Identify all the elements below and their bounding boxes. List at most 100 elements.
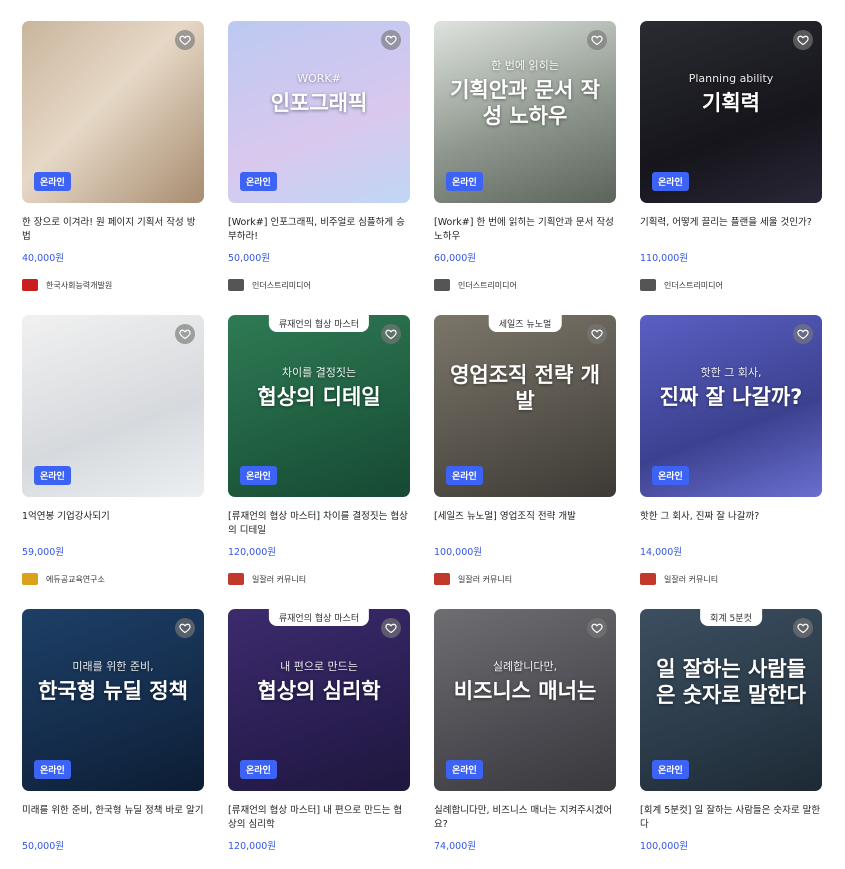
course-thumbnail[interactable]: WORK# 인포그래픽 온라인 bbox=[228, 21, 410, 203]
course-card[interactable]: 류재언의 협상 마스터 차이를 결정짓는 협상의 디테일 온라인 [류재언의 협상 마스… bbox=[228, 315, 410, 609]
thumbnail-series-tag: 류재언의 협상 마스터 bbox=[268, 315, 370, 332]
thumbnail-headline: 협상의 디테일 bbox=[257, 384, 381, 409]
provider-logo-icon bbox=[22, 279, 38, 291]
course-price: 110,000원 bbox=[640, 253, 689, 264]
online-badge: 온라인 bbox=[652, 466, 689, 485]
course-thumbnail[interactable]: 류재언의 협상 마스터내 편으로 만드는협상의 심리학온라인 bbox=[228, 609, 410, 791]
course-title[interactable]: 실례합니다만, 비즈니스 매너는 지켜주시겠어요? bbox=[434, 804, 616, 832]
course-card[interactable]: Planning ability 기획력 온라인 기획력, 어떻게 끌리는 플랜을 세… bbox=[640, 21, 822, 315]
course-thumbnail[interactable]: 한 번에 읽히는 기획안과 문서 작성 노하우온라인 bbox=[434, 21, 616, 203]
course-card[interactable]: 온라인 1억연봉 기업강사되기 59,000원 에듀공교육연구소 bbox=[22, 315, 204, 609]
online-badge: 온라인 bbox=[652, 172, 689, 191]
thumbnail-headline: 협상의 심리학 bbox=[257, 678, 381, 703]
wishlist-heart-icon[interactable] bbox=[793, 618, 813, 638]
online-badge: 온라인 bbox=[446, 760, 483, 779]
thumbnail-headline: 진짜 잘 나갈까? bbox=[659, 384, 803, 409]
course-title[interactable]: 핫한 그 회사, 진짜 잘 나갈까? bbox=[640, 510, 822, 538]
thumbnail-series-tag: 세일즈 뉴노멀 bbox=[488, 315, 562, 332]
provider-name: 일잘러 커뮤니티 bbox=[664, 574, 719, 584]
course-price: 14,000원 bbox=[640, 547, 682, 558]
course-title[interactable]: [세일즈 뉴노멀] 영업조직 전략 개발 bbox=[434, 510, 616, 538]
wishlist-heart-icon[interactable] bbox=[793, 324, 813, 344]
provider: 일잘러 커뮤니티 bbox=[228, 572, 410, 586]
course-price: 50,000원 bbox=[228, 253, 270, 264]
course-thumbnail[interactable]: 류재언의 협상 마스터 차이를 결정짓는 협상의 디테일 온라인 bbox=[228, 315, 410, 497]
course-title[interactable]: [Work#] 한 번에 읽히는 기획안과 문서 작성 노하우 bbox=[434, 216, 616, 244]
course-card[interactable]: 한 번에 읽히는 기획안과 문서 작성 노하우온라인 [Work#] 한 번에 읽히… bbox=[434, 21, 616, 315]
course-card[interactable]: 회계 5분컷 일 잘하는 사람들은 숫자로 말한다 온라인 [회계 5분컷] 일 잘하… bbox=[640, 609, 822, 869]
course-price: 100,000원 bbox=[434, 547, 483, 558]
course-title[interactable]: [회계 5분컷] 일 잘하는 사람들은 숫자로 말한다 bbox=[640, 804, 822, 832]
thumbnail-headline: 기획력 bbox=[702, 90, 760, 115]
course-price: 50,000원 bbox=[22, 841, 64, 852]
provider-logo-icon bbox=[434, 279, 450, 291]
wishlist-heart-icon[interactable] bbox=[587, 324, 607, 344]
provider-logo-icon bbox=[640, 573, 656, 585]
course-thumbnail[interactable]: 온라인 bbox=[22, 21, 204, 203]
course-row: 미래를 위한 준비, 한국형 뉴딜 정책 온라인 미래를 위한 준비, 한국형 뉴딜 … bbox=[22, 609, 822, 869]
course-title[interactable]: [류재언의 협상 마스터] 차이를 결정짓는 협상의 디테일 bbox=[228, 510, 410, 538]
wishlist-heart-icon[interactable] bbox=[175, 618, 195, 638]
thumbnail-artwork-text: 내 편으로 만드는협상의 심리학 bbox=[228, 660, 410, 704]
course-thumbnail[interactable]: 세일즈 뉴노멀영업조직 전략 개발온라인 bbox=[434, 315, 616, 497]
course-title[interactable]: 미래를 위한 준비, 한국형 뉴딜 정책 바로 알기 bbox=[22, 804, 204, 832]
course-thumbnail[interactable]: 실례합니다만, 비즈니스 매너는온라인 bbox=[434, 609, 616, 791]
online-badge: 온라인 bbox=[446, 466, 483, 485]
thumbnail-artwork-text: 한 번에 읽히는 기획안과 문서 작성 노하우 bbox=[434, 59, 616, 129]
provider: 인더스트리미디어 bbox=[434, 278, 616, 292]
thumbnail-subtitle: 내 편으로 만드는 bbox=[280, 659, 358, 673]
wishlist-heart-icon[interactable] bbox=[381, 30, 401, 50]
online-badge: 온라인 bbox=[446, 172, 483, 191]
wishlist-heart-icon[interactable] bbox=[587, 618, 607, 638]
course-thumbnail[interactable]: 핫한 그 회사, 진짜 잘 나갈까? 온라인 bbox=[640, 315, 822, 497]
provider-logo-icon bbox=[640, 279, 656, 291]
course-price: 100,000원 bbox=[640, 841, 689, 852]
thumbnail-subtitle: WORK# bbox=[297, 71, 341, 85]
wishlist-heart-icon[interactable] bbox=[381, 618, 401, 638]
thumbnail-artwork-text: 차이를 결정짓는협상의 디테일 bbox=[228, 366, 410, 410]
online-badge: 온라인 bbox=[34, 760, 71, 779]
wishlist-heart-icon[interactable] bbox=[381, 324, 401, 344]
thumbnail-artwork-text: WORK# 인포그래픽 bbox=[228, 72, 410, 116]
thumbnail-subtitle: 차이를 결정짓는 bbox=[281, 365, 357, 379]
course-card[interactable]: 온라인 한 장으로 이겨라! 원 페이지 기획서 작성 방법 40,000원 한국사회… bbox=[22, 21, 204, 315]
thumbnail-artwork-text: 핫한 그 회사, 진짜 잘 나갈까? bbox=[640, 366, 822, 410]
online-badge: 온라인 bbox=[34, 172, 71, 191]
course-thumbnail[interactable]: 미래를 위한 준비, 한국형 뉴딜 정책 온라인 bbox=[22, 609, 204, 791]
course-card[interactable]: 세일즈 뉴노멀영업조직 전략 개발온라인 [세일즈 뉴노멀] 영업조직 전략 개발… bbox=[434, 315, 616, 609]
thumbnail-headline: 한국형 뉴딜 정책 bbox=[38, 678, 188, 703]
course-price: 120,000원 bbox=[228, 841, 277, 852]
course-title[interactable]: 한 장으로 이겨라! 원 페이지 기획서 작성 방법 bbox=[22, 216, 204, 244]
thumbnail-series-tag: 류재언의 협상 마스터 bbox=[268, 609, 370, 626]
online-badge: 온라인 bbox=[652, 760, 689, 779]
wishlist-heart-icon[interactable] bbox=[793, 30, 813, 50]
thumbnail-artwork-text: 실례합니다만, 비즈니스 매너는 bbox=[434, 660, 616, 704]
course-card[interactable]: 핫한 그 회사, 진짜 잘 나갈까? 온라인핫한 그 회사, 진짜 잘 나갈까? 14… bbox=[640, 315, 822, 609]
course-thumbnail[interactable]: 온라인 bbox=[22, 315, 204, 497]
course-title[interactable]: [류재언의 협상 마스터] 내 편으로 만드는 협상의 심리학 bbox=[228, 804, 410, 832]
course-grid: 온라인 한 장으로 이겨라! 원 페이지 기획서 작성 방법 40,000원 한국사회… bbox=[22, 21, 822, 869]
provider-logo-icon bbox=[228, 279, 244, 291]
course-thumbnail[interactable]: Planning ability 기획력 온라인 bbox=[640, 21, 822, 203]
course-title[interactable]: 1억연봉 기업강사되기 bbox=[22, 510, 204, 538]
course-thumbnail[interactable]: 회계 5분컷 일 잘하는 사람들은 숫자로 말한다 온라인 bbox=[640, 609, 822, 791]
course-price: 60,000원 bbox=[434, 253, 476, 264]
course-row: 온라인 한 장으로 이겨라! 원 페이지 기획서 작성 방법 40,000원 한국사회… bbox=[22, 21, 822, 315]
thumbnail-artwork-text: 영업조직 전략 개발 bbox=[434, 362, 616, 415]
provider-name: 한국사회능력개발원 bbox=[46, 280, 113, 290]
wishlist-heart-icon[interactable] bbox=[175, 324, 195, 344]
course-card[interactable]: 미래를 위한 준비, 한국형 뉴딜 정책 온라인 미래를 위한 준비, 한국형 뉴딜 … bbox=[22, 609, 204, 869]
wishlist-heart-icon[interactable] bbox=[587, 30, 607, 50]
course-row: 온라인 1억연봉 기업강사되기 59,000원 에듀공교육연구소 류재언의 협상 마스터… bbox=[22, 315, 822, 609]
wishlist-heart-icon[interactable] bbox=[175, 30, 195, 50]
course-title[interactable]: 기획력, 어떻게 끌리는 플랜을 세울 것인가? bbox=[640, 216, 822, 244]
provider-name: 인더스트리미디어 bbox=[458, 280, 517, 290]
course-price: 120,000원 bbox=[228, 547, 277, 558]
online-badge: 온라인 bbox=[240, 760, 277, 779]
provider-logo-icon bbox=[434, 573, 450, 585]
course-card[interactable]: WORK# 인포그래픽 온라인 [Work#] 인포그래픽, 비주얼로 심플하게 승부… bbox=[228, 21, 410, 315]
course-title[interactable]: [Work#] 인포그래픽, 비주얼로 심플하게 승부하라! bbox=[228, 216, 410, 244]
course-card[interactable]: 실례합니다만, 비즈니스 매너는온라인실례합니다만, 비즈니스 매너는 지켜주시겠… bbox=[434, 609, 616, 869]
course-card[interactable]: 류재언의 협상 마스터내 편으로 만드는협상의 심리학온라인 [류재언의 협상 마… bbox=[228, 609, 410, 869]
thumbnail-subtitle: 실례합니다만, bbox=[492, 659, 558, 673]
